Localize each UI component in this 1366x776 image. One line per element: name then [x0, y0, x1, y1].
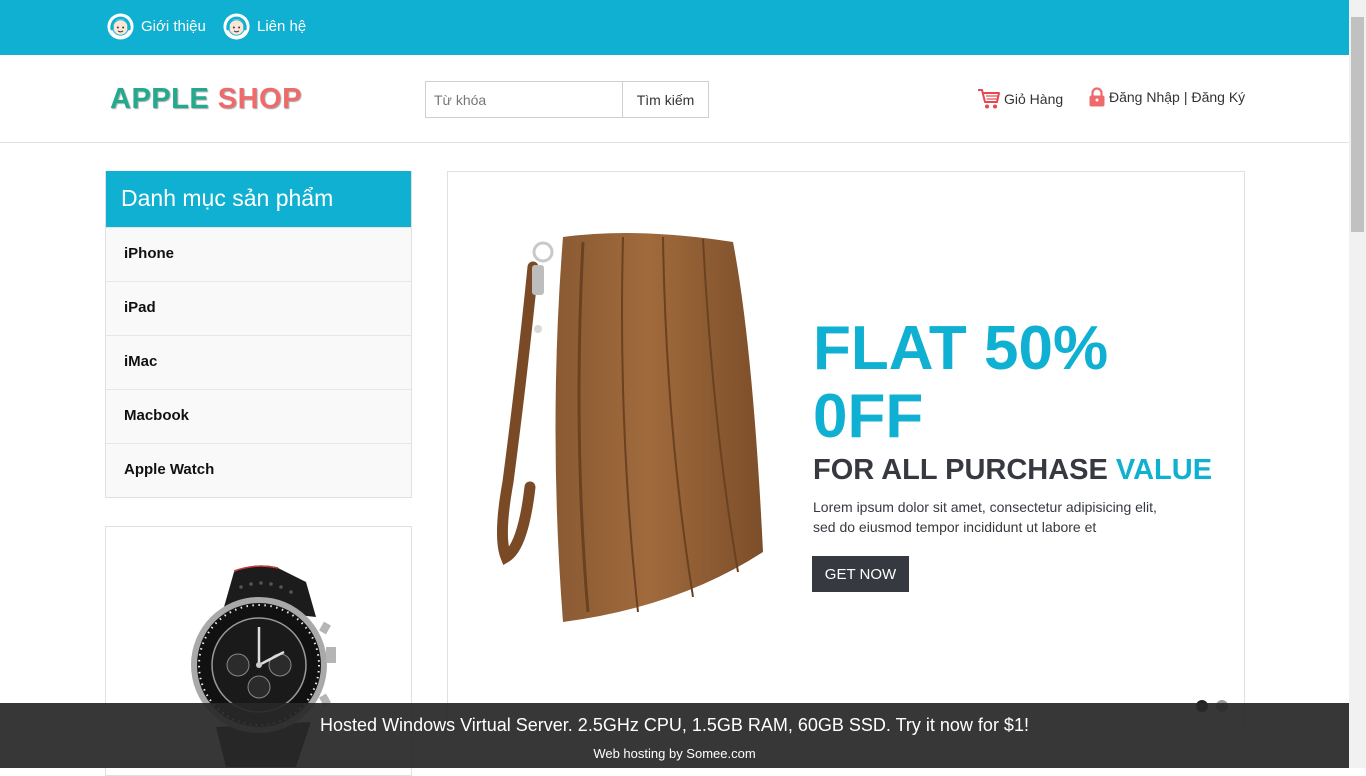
search-input[interactable]: [426, 82, 623, 117]
register-link[interactable]: Đăng Ký: [1191, 89, 1245, 105]
hosting-ad-bar: Hosted Windows Virtual Server. 2.5GHz CP…: [0, 703, 1349, 768]
category-item-iphone[interactable]: iPhone: [106, 227, 411, 281]
site-logo[interactable]: APPLE SHOP: [110, 83, 302, 116]
contact-link[interactable]: Liên hệ: [222, 12, 306, 41]
category-item-ipad[interactable]: iPad: [106, 281, 411, 335]
about-link-label: Giới thiệu: [141, 18, 206, 35]
category-panel: Danh mục sản phẩm iPhone iPad iMac Macbo…: [105, 171, 412, 498]
banner-subheadline: FOR ALL PURCHASE VALUE: [813, 454, 1212, 487]
support-headset-icon: [107, 13, 134, 40]
category-item-imac[interactable]: iMac: [106, 335, 411, 389]
search-button[interactable]: Tìm kiếm: [623, 82, 708, 117]
get-now-button[interactable]: GET NOW: [812, 556, 909, 592]
cart-link[interactable]: Giỏ Hàng: [977, 88, 1063, 110]
leather-bag-image[interactable]: [488, 227, 788, 627]
category-item-apple-watch[interactable]: Apple Watch: [106, 443, 411, 497]
support-headset-icon: [223, 13, 250, 40]
top-bar: Giới thiệu Liên hệ: [0, 0, 1349, 55]
cart-label: Giỏ Hàng: [1004, 91, 1064, 107]
logo-part-shop: SHOP: [217, 83, 302, 115]
banner-body-line2: sed do eiusmod tempor incididunt ut labo…: [813, 519, 1097, 535]
banner-headline: FLAT 50% 0FF: [813, 314, 1109, 451]
hosting-ad-link[interactable]: Hosted Windows Virtual Server. 2.5GHz CP…: [0, 715, 1349, 736]
banner-body-line1: Lorem ipsum dolor sit amet, consectetur …: [813, 499, 1157, 515]
category-item-macbook[interactable]: Macbook: [106, 389, 411, 443]
auth-links: Đăng Nhập | Đăng Ký: [1088, 87, 1245, 107]
lock-icon: [1089, 87, 1105, 107]
page-scrollbar[interactable]: [1349, 0, 1366, 768]
scrollbar-thumb[interactable]: [1351, 17, 1364, 232]
about-link[interactable]: Giới thiệu: [106, 12, 206, 41]
banner-sub-highlight: VALUE: [1115, 454, 1213, 486]
search-form: Tìm kiếm: [425, 81, 709, 118]
login-link[interactable]: Đăng Nhập: [1109, 89, 1180, 105]
category-title: Danh mục sản phẩm: [106, 171, 411, 227]
logo-part-apple: APPLE: [110, 83, 210, 115]
banner-body: Lorem ipsum dolor sit amet, consectetur …: [813, 497, 1193, 537]
shopping-cart-icon: [978, 89, 1000, 109]
banner-sub-prefix: FOR ALL PURCHASE: [813, 454, 1108, 486]
contact-link-label: Liên hệ: [257, 18, 307, 35]
hosting-credit-link[interactable]: Web hosting by Somee.com: [0, 746, 1349, 761]
promo-banner: FLAT 50% 0FF FOR ALL PURCHASE VALUE Lore…: [447, 171, 1245, 731]
auth-separator: |: [1183, 89, 1188, 105]
site-header: APPLE SHOP Tìm kiếm Giỏ Hàng Đăng Nhập |…: [0, 55, 1349, 143]
